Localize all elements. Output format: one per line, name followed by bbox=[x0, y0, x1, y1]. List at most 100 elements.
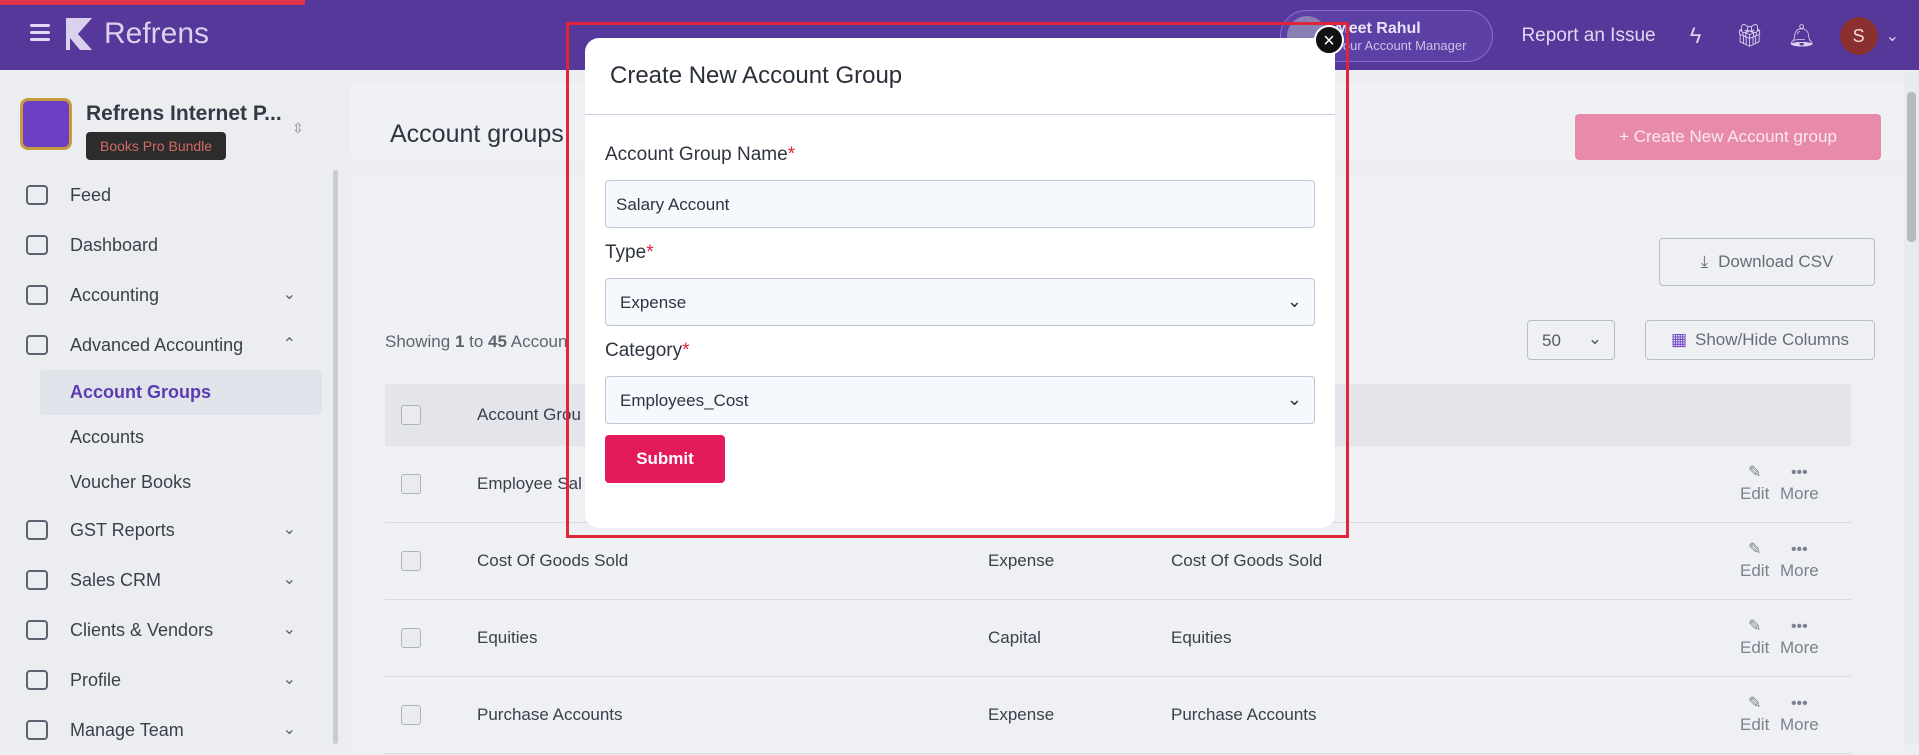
chevron-down-icon: ⌄ bbox=[1286, 291, 1302, 311]
showing-from: 1 bbox=[454, 332, 465, 351]
sidebar-item-gst-reports[interactable]: GST Reports ⌄ bbox=[0, 505, 330, 555]
row-checkbox[interactable] bbox=[401, 705, 421, 725]
gift-icon[interactable]: 🎁︎ bbox=[1736, 24, 1764, 48]
plan-badge: Books Pro Bundle bbox=[86, 132, 227, 160]
chevron-down-icon: ⌄ bbox=[1587, 329, 1602, 348]
chevron-down-icon: ⌄ bbox=[282, 621, 296, 638]
columns-icon: ▦ bbox=[1670, 330, 1688, 349]
accounting-icon bbox=[26, 285, 48, 305]
sidebar-item-label: Advanced Accounting bbox=[70, 334, 244, 355]
close-icon[interactable]: × bbox=[1314, 25, 1344, 55]
submit-button[interactable]: Submit bbox=[605, 435, 725, 483]
sidebar-item-sales-crm[interactable]: Sales CRM ⌄ bbox=[0, 555, 330, 605]
more-label: More bbox=[1780, 484, 1819, 503]
modal-title: Create New Account Group bbox=[610, 62, 903, 89]
sidebar-item-feed[interactable]: Feed bbox=[0, 170, 330, 220]
select-value: Expense bbox=[620, 293, 687, 312]
required-mark: * bbox=[646, 242, 654, 263]
sidebar-item-label: Manage Team bbox=[70, 719, 184, 740]
pencil-icon: ✎ bbox=[1747, 464, 1762, 481]
pencil-icon: ✎ bbox=[1747, 618, 1762, 635]
type-label: Type* bbox=[605, 242, 654, 264]
download-csv-label: Download CSV bbox=[1718, 252, 1834, 271]
page-scrollbar[interactable] bbox=[1904, 72, 1919, 744]
dashboard-icon bbox=[26, 235, 48, 255]
required-mark: * bbox=[787, 144, 796, 165]
sidebar-item-manage-team[interactable]: Manage Team ⌄ bbox=[0, 705, 330, 755]
select-all-checkbox[interactable] bbox=[401, 405, 421, 425]
sidebar-item-label: Feed bbox=[70, 184, 112, 205]
chevron-down-icon: ⌄ bbox=[282, 286, 296, 303]
edit-button[interactable]: ✎ Edit bbox=[1740, 618, 1769, 658]
row-checkbox[interactable] bbox=[401, 551, 421, 571]
more-label: More bbox=[1780, 715, 1819, 734]
sidebar-scrollbar[interactable] bbox=[333, 170, 338, 744]
table-row[interactable]: Purchase Accounts Expense Purchase Accou… bbox=[385, 677, 1851, 754]
download-csv-button[interactable]: ⤓ Download CSV bbox=[1659, 238, 1875, 286]
input-value: Salary Account bbox=[616, 195, 730, 214]
create-account-group-button[interactable]: + Create New Account group bbox=[1575, 114, 1881, 160]
more-button[interactable]: ••• More bbox=[1780, 618, 1819, 658]
more-button[interactable]: ••• More bbox=[1780, 464, 1819, 504]
label-text: Category bbox=[605, 340, 683, 361]
loading-bar bbox=[0, 0, 305, 5]
chevron-updown-icon: ⇳ bbox=[292, 120, 304, 136]
sidebar-subitem-account-groups[interactable]: Account Groups bbox=[40, 370, 322, 415]
row-name: Cost Of Goods Sold bbox=[477, 551, 629, 570]
type-select[interactable]: Expense ⌄ bbox=[605, 278, 1315, 326]
row-name: Purchase Accounts bbox=[477, 705, 623, 724]
showing-prefix: Showing bbox=[385, 332, 455, 351]
row-category: Equities bbox=[1171, 628, 1232, 647]
more-label: More bbox=[1780, 561, 1819, 580]
report-issue-link[interactable]: Report an Issue bbox=[1521, 25, 1655, 47]
sidebar-item-advanced-accounting[interactable]: Advanced Accounting ⌃ bbox=[0, 320, 330, 370]
refrens-logo-icon bbox=[66, 18, 92, 50]
row-checkbox[interactable] bbox=[401, 474, 421, 494]
edit-button[interactable]: ✎ Edit bbox=[1740, 695, 1769, 735]
chevron-down-icon: ⌄ bbox=[1885, 28, 1899, 45]
more-button[interactable]: ••• More bbox=[1780, 695, 1819, 735]
sidebar-subitem-voucher-books[interactable]: Voucher Books bbox=[0, 460, 330, 505]
category-select[interactable]: Employees_Cost ⌄ bbox=[605, 376, 1315, 424]
sidebar-item-label: Accounting bbox=[70, 284, 160, 305]
brand-name: Refrens bbox=[104, 17, 210, 50]
more-button[interactable]: ••• More bbox=[1780, 541, 1819, 581]
clients-icon bbox=[26, 620, 48, 640]
bell-icon[interactable]: 🔔︎ bbox=[1788, 24, 1816, 48]
table-row[interactable]: Equities Capital Equities ✎ Edit ••• More bbox=[385, 600, 1851, 677]
advanced-accounting-icon bbox=[26, 335, 48, 355]
lightning-icon[interactable]: ϟ bbox=[1684, 24, 1708, 48]
ellipsis-icon: ••• bbox=[1790, 618, 1808, 635]
ellipsis-icon: ••• bbox=[1790, 464, 1808, 481]
crm-icon bbox=[26, 570, 48, 590]
chevron-down-icon: ⌄ bbox=[282, 671, 296, 688]
row-checkbox[interactable] bbox=[401, 628, 421, 648]
category-label: Category* bbox=[605, 340, 690, 362]
sidebar-item-clients-vendors[interactable]: Clients & Vendors ⌄ bbox=[0, 605, 330, 655]
chevron-down-icon: ⌄ bbox=[282, 571, 296, 588]
edit-button[interactable]: ✎ Edit bbox=[1740, 464, 1769, 504]
brand-logo[interactable]: Refrens bbox=[64, 16, 209, 52]
org-switcher[interactable]: Refrens Internet P... Books Pro Bundle ⇳ bbox=[20, 98, 304, 160]
sidebar-item-accounting[interactable]: Accounting ⌄ bbox=[0, 270, 330, 320]
sidebar-item-profile[interactable]: Profile ⌄ bbox=[0, 655, 330, 705]
account-group-name-input[interactable]: Salary Account bbox=[605, 180, 1315, 228]
sidebar-item-label: Clients & Vendors bbox=[70, 619, 214, 640]
sidebar-item-dashboard[interactable]: Dashboard bbox=[0, 220, 330, 270]
org-name: Refrens Internet P... bbox=[86, 102, 282, 125]
edit-button[interactable]: ✎ Edit bbox=[1740, 541, 1769, 581]
scrollbar-thumb[interactable] bbox=[1907, 92, 1916, 242]
row-name: Equities bbox=[477, 628, 538, 647]
row-type: Expense bbox=[988, 551, 1055, 570]
showing-to-word: to bbox=[464, 332, 489, 351]
manager-name: Meet Rahul bbox=[1335, 19, 1421, 37]
sidebar-subitem-accounts[interactable]: Accounts bbox=[0, 415, 330, 460]
row-type: Expense bbox=[988, 705, 1055, 724]
show-hide-columns-button[interactable]: ▦ Show/Hide Columns bbox=[1645, 320, 1875, 360]
per-page-select[interactable]: 50 ⌄ bbox=[1527, 320, 1615, 360]
create-account-group-modal: Create New Account Group Account Group N… bbox=[585, 38, 1335, 528]
label-text: Type bbox=[605, 242, 647, 263]
user-menu[interactable]: S ⌄ bbox=[1839, 17, 1899, 55]
sidebar-item-label: Sales CRM bbox=[70, 569, 162, 590]
menu-icon[interactable] bbox=[30, 24, 50, 42]
